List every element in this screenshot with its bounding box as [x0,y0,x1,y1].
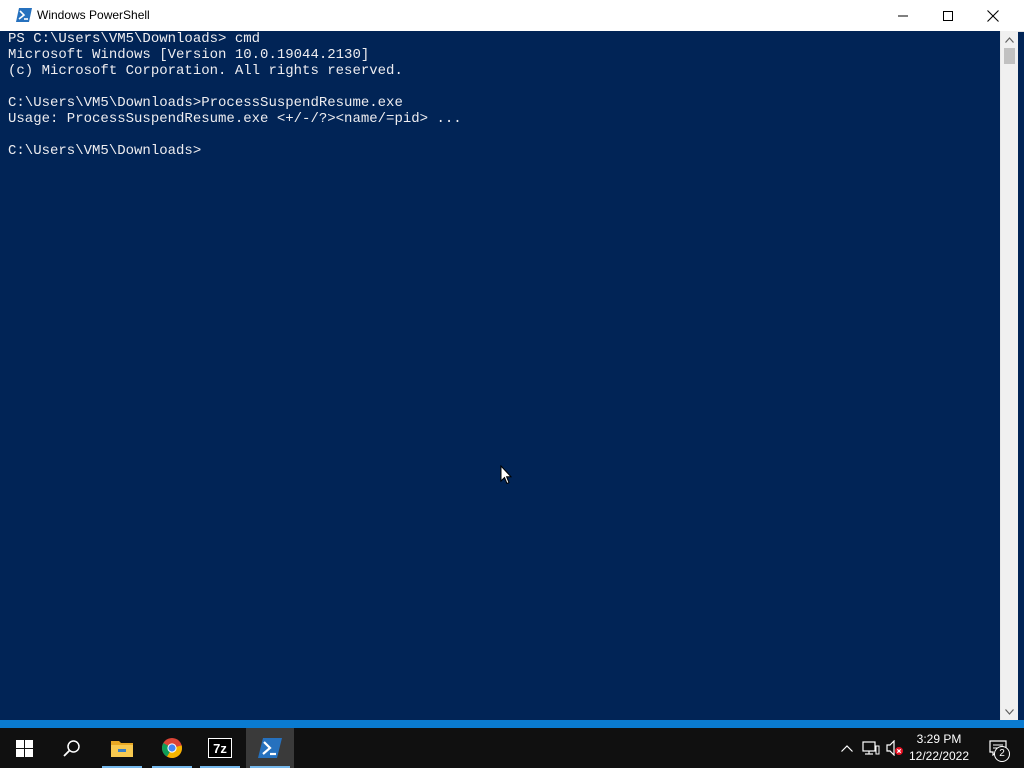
volume-muted-icon [886,740,903,756]
taskbar: 7z 3:29 PM 12/22/2022 2 [0,728,1024,768]
close-button[interactable] [970,0,1016,31]
search-button[interactable] [48,728,96,768]
console-line: C:\Users\VM5\Downloads>ProcessSuspendRes… [8,95,403,111]
start-button[interactable] [0,728,48,768]
7zip-label: 7z [213,741,227,756]
clock-date: 12/22/2022 [908,749,970,763]
search-icon [63,740,80,757]
clock[interactable]: 3:29 PM 12/22/2022 [906,731,972,765]
minimize-button[interactable] [880,0,926,31]
vertical-scrollbar[interactable] [1000,31,1018,720]
powershell-icon [16,8,32,22]
console-line: PS C:\Users\VM5\Downloads> cmd [8,31,261,47]
minimize-icon [898,15,908,16]
scroll-down-button[interactable] [1001,703,1018,720]
maximize-icon [943,10,953,21]
console-line: Usage: ProcessSuspendResume.exe <+/-/?><… [8,111,462,127]
volume-tray-button[interactable] [884,728,906,768]
scrollbar-thumb[interactable] [1004,48,1015,64]
taskbar-powershell[interactable] [246,728,294,768]
powershell-icon [258,738,282,758]
window-title: Windows PowerShell [37,8,150,22]
taskbar-file-explorer[interactable] [98,728,146,768]
show-hidden-icons-button[interactable] [838,728,856,768]
chevron-up-icon [1005,36,1014,43]
taskbar-7zip[interactable]: 7z [196,728,244,768]
7zip-icon: 7z [208,738,232,758]
console-line: Microsoft Windows [Version 10.0.19044.21… [8,47,370,63]
powershell-window: Windows PowerShell PS C:\Users\VM5\Downl… [0,0,1024,728]
console-line: (c) Microsoft Corporation. All rights re… [8,63,403,79]
taskbar-chrome[interactable] [148,728,196,768]
network-tray-button[interactable] [860,728,882,768]
chevron-down-icon [1005,708,1014,715]
clock-time: 3:29 PM [916,732,962,746]
network-icon [862,741,880,755]
windows-logo-icon [15,739,33,757]
console-output[interactable]: PS C:\Users\VM5\Downloads> cmd Microsoft … [0,31,1000,720]
console-line: ​ [8,127,462,143]
chevron-up-icon [841,744,853,752]
maximize-button[interactable] [925,0,971,31]
title-bar[interactable]: Windows PowerShell [0,0,1024,32]
console-line: ​ [8,79,462,95]
close-icon [987,9,999,22]
action-center-button[interactable]: 2 [978,728,1018,768]
notification-count-badge: 2 [994,746,1010,762]
window-frame-border [0,720,1024,728]
mouse-cursor-icon [500,465,512,485]
scroll-up-button[interactable] [1001,31,1018,48]
chrome-icon [162,738,183,759]
console-prompt-line: C:\Users\VM5\Downloads> [8,143,202,159]
console-text: PS C:\Users\VM5\Downloads> cmd Microsoft … [8,31,462,159]
folder-icon [111,741,133,757]
